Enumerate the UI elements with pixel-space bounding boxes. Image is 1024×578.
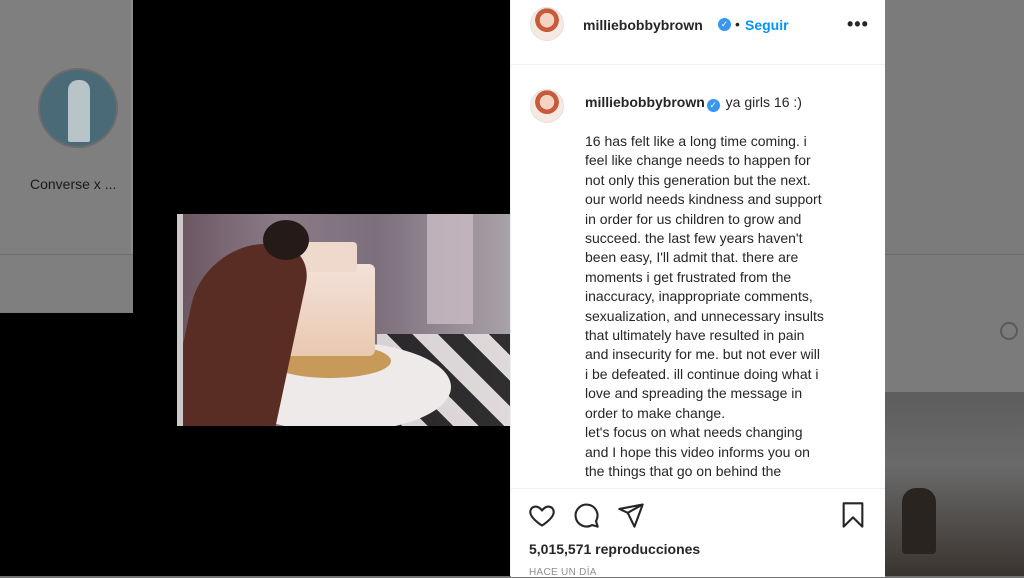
avatar[interactable] (530, 7, 564, 41)
caption-line: been easy, I'll admit that. there are (585, 249, 799, 266)
caption-line: our world needs kindness and support (585, 191, 822, 208)
caption-line: the things that go on behind the (585, 462, 782, 479)
post-timestamp[interactable]: HACE UN DÍA (529, 567, 597, 578)
save-button[interactable] (839, 501, 869, 531)
video-frame (177, 214, 510, 426)
separator-dot: • (735, 16, 740, 32)
highlight-image (68, 80, 90, 142)
post-side-panel: milliebobbybrown ✓ • Seguir ••• milliebo… (510, 0, 885, 578)
background-divider (0, 254, 133, 255)
caption-line: i be defeated. ill continue doing what i (585, 365, 819, 382)
header-username[interactable]: milliebobbybrown (583, 17, 703, 33)
profile-highlight-area (0, 0, 133, 312)
post-header: milliebobbybrown ✓ • Seguir ••• (511, 0, 885, 65)
like-button[interactable] (528, 501, 558, 531)
post-actions: 5,015,571 reproducciones HACE UN DÍA (511, 488, 885, 578)
highlight-label[interactable]: Converse x ... (30, 176, 116, 192)
comment-button[interactable] (572, 501, 602, 531)
paper-plane-icon (618, 503, 644, 528)
caption-username[interactable]: milliebobbybrown (585, 94, 705, 110)
caption-line: sexualization, and unnecessary insults (585, 307, 824, 324)
follow-button[interactable]: Seguir (745, 17, 789, 33)
thumbnail-figure (902, 488, 936, 554)
bookmark-icon (842, 502, 864, 528)
caption-header: milliebobbybrown ✓ ya girls 16 :) (585, 94, 802, 112)
highlight-thumbnail[interactable] (38, 68, 118, 148)
caption-line: feel like change needs to happen for (585, 152, 811, 169)
video-scene-curtain (427, 214, 473, 324)
video-scene-edge (177, 214, 183, 426)
caption-line: love and spreading the message in (585, 385, 803, 402)
caption-line: and I hope this video informs you on (585, 443, 810, 460)
caption-area[interactable]: milliebobbybrown ✓ ya girls 16 :) 16 has … (511, 65, 885, 488)
caption-line: that ultimately have resulted in pain (585, 327, 805, 344)
caption-line: moments i get frustrated from the (585, 268, 792, 285)
caption-line: not only this generation but the next. (585, 171, 811, 188)
caption-line: order to make change. (585, 404, 726, 421)
caption-line: let's focus on what needs changing (585, 424, 803, 441)
caption-line: in order for us children to grow and (585, 210, 802, 227)
video-player[interactable] (133, 0, 510, 576)
caption-line: succeed. the last few years haven't (585, 230, 803, 247)
avatar[interactable] (530, 89, 564, 123)
more-options-icon[interactable]: ••• (847, 14, 869, 35)
caption-line: and insecurity for me. but not ever will (585, 346, 820, 363)
view-count[interactable]: 5,015,571 reproducciones (529, 541, 700, 557)
caption-line: inaccuracy, inappropriate comments, (585, 288, 813, 305)
heart-icon (529, 505, 555, 527)
share-button[interactable] (617, 501, 647, 531)
play-icon (1000, 322, 1018, 340)
verified-badge-icon: ✓ (706, 99, 720, 112)
background-divider (884, 254, 1024, 255)
caption-title: ya girls 16 :) (725, 94, 802, 110)
caption-line: 16 has felt like a long time coming. i (585, 133, 807, 149)
caption-text: 16 has felt like a long time coming. i f… (585, 132, 877, 481)
video-scene-head (263, 220, 309, 260)
verified-badge-icon: ✓ (718, 18, 731, 31)
background-post-thumbnail[interactable] (884, 392, 1024, 576)
comment-icon (574, 503, 599, 528)
background-post-thumbnail (0, 313, 133, 576)
